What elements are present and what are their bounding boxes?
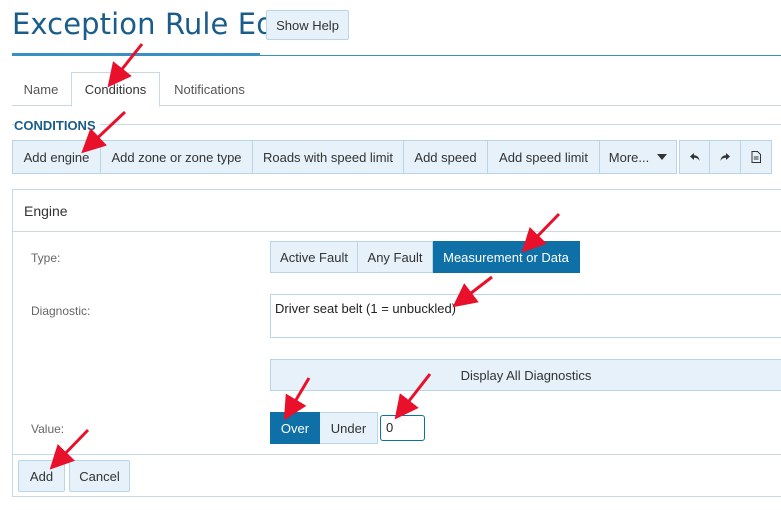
- add-zone-button[interactable]: Add zone or zone type: [101, 140, 253, 174]
- section-label: CONDITIONS: [14, 118, 100, 133]
- document-button[interactable]: [741, 140, 772, 174]
- value-label: Value:: [31, 422, 65, 436]
- under-button[interactable]: Under: [320, 412, 378, 444]
- value-input[interactable]: 0: [380, 415, 425, 441]
- tab-notifications[interactable]: Notifications: [162, 72, 257, 106]
- add-speed-button[interactable]: Add speed: [404, 140, 488, 174]
- redo-icon: [720, 153, 730, 161]
- undo-button[interactable]: [679, 140, 710, 174]
- more-label: More...: [608, 149, 650, 165]
- add-button[interactable]: Add: [18, 460, 65, 492]
- diagnostic-field[interactable]: Driver seat belt (1 = unbuckled): [270, 294, 781, 338]
- section-divider: [12, 124, 781, 125]
- footer-divider: [13, 454, 781, 455]
- type-measurement-button[interactable]: Measurement or Data: [433, 241, 580, 273]
- type-active-fault-button[interactable]: Active Fault: [270, 241, 358, 273]
- title-underline: [12, 53, 260, 56]
- type-label: Type:: [31, 251, 61, 265]
- chevron-down-icon: [657, 154, 668, 160]
- type-any-fault-button[interactable]: Any Fault: [358, 241, 433, 273]
- more-dropdown-button[interactable]: More...: [600, 140, 677, 174]
- add-speed-limit-button[interactable]: Add speed limit: [488, 140, 600, 174]
- over-button[interactable]: Over: [270, 412, 320, 444]
- tab-name[interactable]: Name: [12, 72, 70, 106]
- roads-speed-limit-button[interactable]: Roads with speed limit: [253, 140, 404, 174]
- tab-conditions[interactable]: Conditions: [71, 72, 160, 107]
- show-help-button[interactable]: Show Help: [266, 10, 349, 40]
- tab-bar: Name Conditions Notifications: [12, 72, 781, 107]
- engine-condition-panel: Engine: [12, 189, 781, 497]
- value-comparison-selector: Over Under: [270, 412, 378, 444]
- cancel-button[interactable]: Cancel: [69, 460, 130, 492]
- document-icon: [751, 151, 761, 163]
- undo-icon: [689, 153, 699, 161]
- type-selector: Active Fault Any Fault Measurement or Da…: [270, 241, 580, 273]
- title-divider: [260, 55, 781, 56]
- conditions-toolbar: Add engine Add zone or zone type Roads w…: [12, 140, 772, 174]
- add-engine-button[interactable]: Add engine: [12, 140, 101, 174]
- page-title: Exception Rule Edit: [12, 7, 295, 41]
- redo-button[interactable]: [710, 140, 741, 174]
- panel-title: Engine: [13, 190, 781, 232]
- diagnostic-label: Diagnostic:: [31, 304, 91, 318]
- display-all-diagnostics-button[interactable]: Display All Diagnostics: [270, 359, 781, 391]
